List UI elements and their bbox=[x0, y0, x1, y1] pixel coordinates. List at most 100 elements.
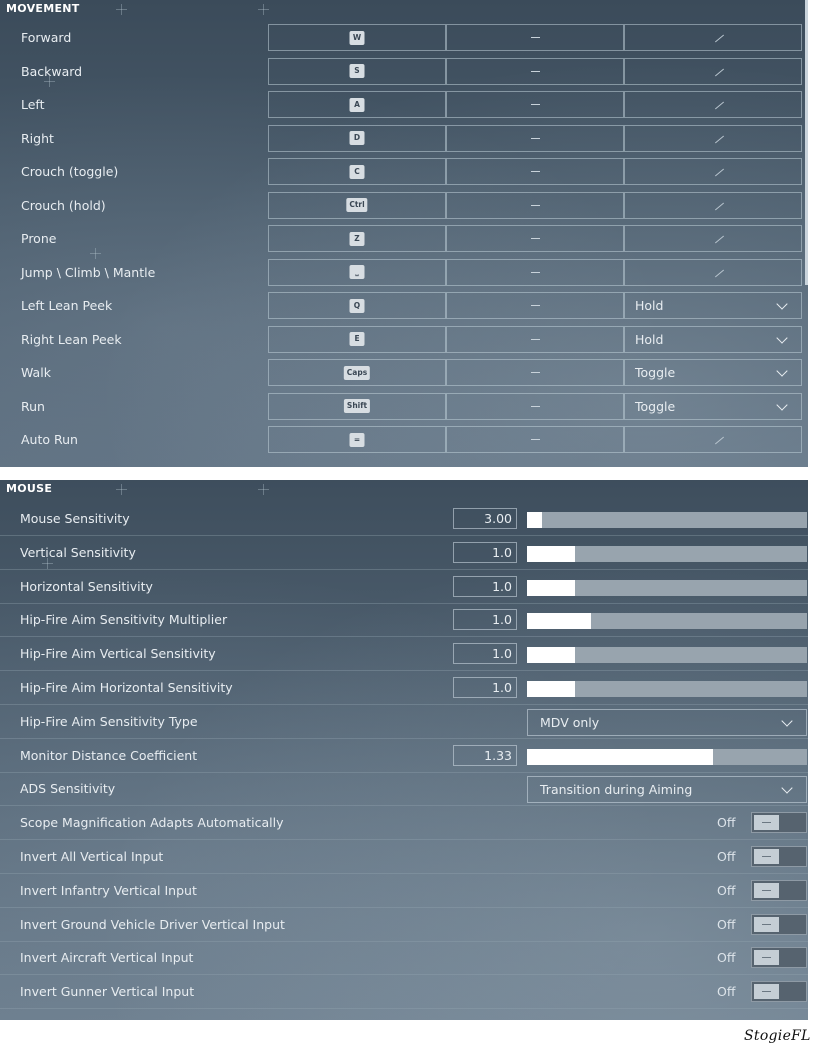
controller-slot[interactable] bbox=[624, 191, 802, 219]
secondary-key-slot[interactable] bbox=[446, 258, 624, 286]
crosshair-decor bbox=[258, 4, 269, 15]
secondary-key-slot[interactable] bbox=[446, 292, 624, 319]
binding-row-prone: Prone Z bbox=[0, 223, 808, 256]
toggle-knob bbox=[754, 984, 779, 1000]
primary-key-slot[interactable]: Caps bbox=[268, 359, 446, 386]
mouse-section-title: MOUSE bbox=[6, 482, 53, 495]
keycap: Ctrl bbox=[346, 198, 368, 212]
secondary-key-slot[interactable] bbox=[446, 57, 624, 85]
ads-sensitivity-dropdown[interactable]: Transition during Aiming bbox=[527, 776, 807, 804]
mouse-panel: MOUSE Mouse Sensitivity 3.00 Vertical Se… bbox=[0, 480, 808, 1020]
secondary-key-slot[interactable] bbox=[446, 325, 624, 353]
secondary-key-slot[interactable] bbox=[446, 225, 624, 252]
empty-dash-icon bbox=[531, 171, 540, 172]
sensitivity-slider[interactable] bbox=[527, 681, 807, 697]
sensitivity-slider[interactable] bbox=[527, 647, 807, 664]
sensitivity-slider[interactable] bbox=[527, 512, 807, 528]
controller-slot[interactable] bbox=[624, 225, 802, 252]
controller-slot[interactable] bbox=[624, 24, 802, 51]
sensitivity-slider[interactable] bbox=[527, 579, 807, 596]
primary-key-slot[interactable]: D bbox=[268, 124, 446, 152]
toggle-switch[interactable] bbox=[751, 981, 807, 1003]
binding-row-forward: Forward W bbox=[0, 22, 808, 55]
binding-row-backward: Backward S bbox=[0, 56, 808, 89]
toggle-switch[interactable] bbox=[751, 947, 807, 969]
sensitivity-type-dropdown[interactable]: MDV only bbox=[527, 708, 807, 736]
empty-dash-icon bbox=[531, 271, 540, 273]
toggle-switch[interactable] bbox=[751, 846, 807, 867]
unbound-slash-icon bbox=[714, 235, 725, 244]
binding-row-jump: Jump \ Climb \ Mantle ⎵ bbox=[0, 257, 808, 290]
setting-row-vertical-sensitivity: Vertical Sensitivity 1.0 bbox=[0, 536, 808, 570]
setting-label: Invert Infantry Vertical Input bbox=[20, 882, 197, 898]
value-field[interactable]: 3.00 bbox=[453, 508, 517, 529]
empty-dash-icon bbox=[531, 405, 540, 407]
controller-slot[interactable] bbox=[624, 57, 802, 85]
empty-dash-icon bbox=[531, 137, 540, 139]
binding-label: Backward bbox=[21, 63, 83, 79]
controller-slot[interactable] bbox=[624, 426, 802, 453]
setting-row-invert-all: Invert All Vertical Input Off bbox=[0, 840, 808, 874]
primary-key-slot[interactable]: Z bbox=[268, 225, 446, 252]
secondary-key-slot[interactable] bbox=[446, 91, 624, 118]
binding-row-auto-run: Auto Run = bbox=[0, 424, 808, 457]
setting-row-monitor-distance: Monitor Distance Coefficient 1.33 bbox=[0, 739, 808, 773]
value-field[interactable]: 1.0 bbox=[453, 609, 517, 631]
value-field[interactable]: 1.0 bbox=[453, 643, 517, 665]
mode-dropdown[interactable]: Toggle bbox=[624, 359, 802, 386]
binding-label: Right Lean Peek bbox=[21, 331, 122, 347]
empty-dash-icon bbox=[531, 37, 540, 38]
keycap: Q bbox=[349, 298, 365, 313]
secondary-key-slot[interactable] bbox=[446, 24, 624, 51]
primary-key-slot[interactable]: C bbox=[268, 158, 446, 185]
secondary-key-slot[interactable] bbox=[446, 124, 624, 152]
secondary-key-slot[interactable] bbox=[446, 359, 624, 386]
value-field[interactable]: 1.0 bbox=[453, 541, 517, 563]
primary-key-slot[interactable]: ⎵ bbox=[268, 258, 446, 286]
secondary-key-slot[interactable] bbox=[446, 426, 624, 453]
primary-key-slot[interactable]: Ctrl bbox=[268, 191, 446, 219]
primary-key-slot[interactable]: = bbox=[268, 426, 446, 453]
binding-label: Left Lean Peek bbox=[21, 298, 113, 313]
binding-row-crouch-hold: Crouch (hold) Ctrl bbox=[0, 190, 808, 223]
mode-dropdown[interactable]: Hold bbox=[624, 325, 802, 353]
value-field[interactable]: 1.33 bbox=[453, 744, 517, 766]
primary-key-slot[interactable]: S bbox=[268, 57, 446, 85]
controller-slot[interactable] bbox=[624, 158, 802, 185]
unbound-slash-icon bbox=[714, 34, 725, 43]
toggle-switch[interactable] bbox=[751, 913, 807, 935]
controller-slot[interactable] bbox=[624, 124, 802, 152]
mode-dropdown[interactable]: Toggle bbox=[624, 392, 802, 420]
setting-row-ads-sensitivity: ADS Sensitivity Transition during Aiming bbox=[0, 772, 808, 807]
binding-row-left: Left A bbox=[0, 89, 808, 122]
primary-key-slot[interactable]: W bbox=[268, 24, 446, 51]
primary-key-slot[interactable]: Shift bbox=[268, 392, 446, 420]
dropdown-value: Hold bbox=[635, 298, 664, 313]
controller-slot[interactable] bbox=[624, 91, 802, 118]
sensitivity-slider[interactable] bbox=[527, 545, 807, 562]
toggle-switch[interactable] bbox=[751, 812, 807, 834]
dropdown-value: Toggle bbox=[635, 398, 676, 414]
keycap: = bbox=[349, 432, 365, 447]
empty-dash-icon bbox=[531, 104, 540, 105]
secondary-key-slot[interactable] bbox=[446, 158, 624, 185]
setting-row-invert-aircraft: Invert Aircraft Vertical Input Off bbox=[0, 941, 808, 976]
toggle-state: Off bbox=[717, 849, 736, 864]
value-field[interactable]: 1.0 bbox=[453, 575, 517, 597]
mode-dropdown[interactable]: Hold bbox=[624, 292, 802, 319]
setting-row-hipfire-horizontal: Hip-Fire Aim Horizontal Sensitivity 1.0 bbox=[0, 671, 808, 705]
controller-slot[interactable] bbox=[624, 258, 802, 286]
value-field[interactable]: 1.0 bbox=[453, 677, 517, 698]
primary-key-slot[interactable]: A bbox=[268, 91, 446, 118]
primary-key-slot[interactable]: E bbox=[268, 325, 446, 353]
secondary-key-slot[interactable] bbox=[446, 392, 624, 420]
empty-dash-icon bbox=[531, 204, 540, 206]
toggle-switch[interactable] bbox=[751, 879, 807, 901]
setting-label: Vertical Sensitivity bbox=[20, 544, 136, 560]
primary-key-slot[interactable]: Q bbox=[268, 292, 446, 319]
coefficient-slider[interactable] bbox=[527, 748, 807, 765]
secondary-key-slot[interactable] bbox=[446, 191, 624, 219]
binding-label: Jump \ Climb \ Mantle bbox=[21, 264, 156, 280]
keycap: Caps bbox=[343, 365, 371, 380]
sensitivity-slider[interactable] bbox=[527, 613, 807, 630]
